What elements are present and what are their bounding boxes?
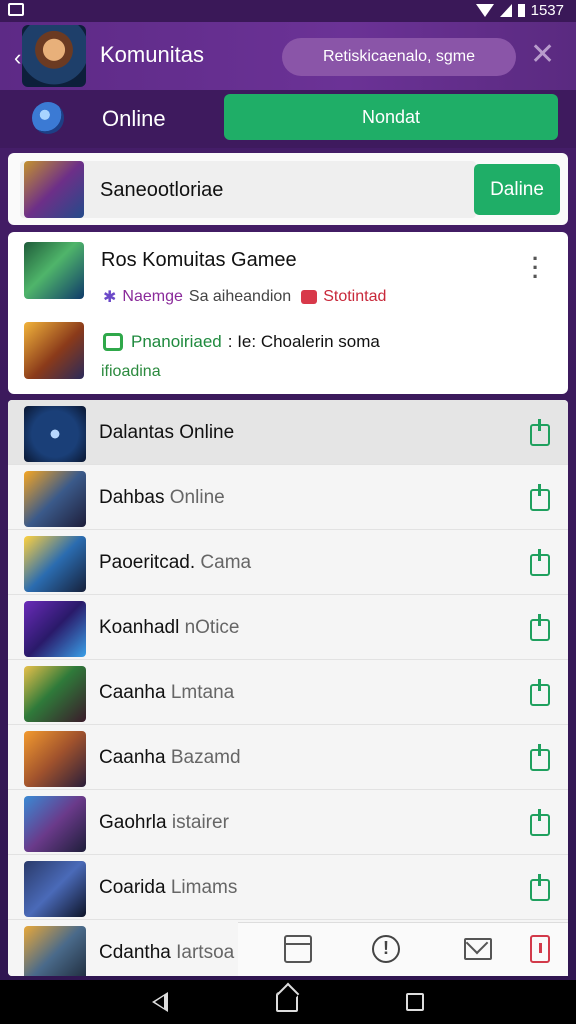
calendar-icon[interactable] — [284, 935, 312, 963]
game-thumbnail — [24, 242, 84, 299]
game-thumbnail — [24, 731, 86, 787]
post-tags: ✱ Naemge Sa aiheandion Stotintad — [103, 287, 386, 307]
list-item-title: Koanhadl nOtice — [99, 617, 240, 638]
tag-label: Sa aiheandion — [188, 288, 292, 305]
signal-icon — [499, 4, 512, 17]
nav-home-icon[interactable] — [276, 992, 298, 1012]
featured-text: Saneootloriae — [100, 179, 224, 201]
share-icon[interactable] — [530, 549, 550, 576]
list-item-title: Caanha Bazamd — [99, 747, 241, 768]
game-thumbnail — [24, 161, 84, 218]
search-input[interactable]: Retiskicaenalo, sgme — [282, 38, 516, 76]
chat-author: Pnanoiriaed — [131, 332, 222, 351]
list-item-title: Paoeritcad. Cama — [99, 552, 252, 573]
game-thumbnail — [24, 601, 86, 657]
list-item[interactable]: Coarida Limams — [8, 855, 568, 920]
system-nav-bar — [0, 980, 576, 1024]
app-avatar[interactable] — [22, 25, 86, 87]
online-row: Online Nondat — [0, 90, 576, 148]
page-title: Komunitas — [100, 42, 204, 67]
chat-preview[interactable]: Pnanoiriaed : Ie: Choalerin soma — [103, 332, 380, 352]
game-thumbnail — [24, 926, 86, 976]
game-thumbnail — [24, 406, 86, 462]
app-bar: ‹ Komunitas Retiskicaenalo, sgme ✕ — [0, 22, 576, 90]
battery-icon — [517, 4, 525, 17]
game-thumbnail — [24, 666, 86, 722]
nav-back-icon[interactable] — [152, 992, 168, 1012]
share-icon[interactable] — [530, 484, 550, 511]
list-item-title: Dalantas Online — [99, 422, 235, 443]
share-icon[interactable] — [530, 614, 550, 641]
share-icon[interactable] — [530, 744, 550, 771]
list-item[interactable]: Paoeritcad. Cama — [8, 530, 568, 595]
game-thumbnail — [24, 796, 86, 852]
status-bar: 1537 — [0, 0, 576, 22]
list-item[interactable]: Gaohrla istairer — [8, 790, 568, 855]
game-thumbnail — [24, 471, 86, 527]
chat-subtext: ifioadina — [101, 363, 161, 380]
game-thumbnail — [24, 861, 86, 917]
game-list: Dalantas Online Dahbas Online Paoeritcad… — [8, 400, 568, 976]
list-item[interactable]: Koanhadl nOtice — [8, 595, 568, 660]
list-item-title: Cdantha Iartsoa — [99, 942, 235, 963]
wifi-icon — [475, 4, 494, 17]
mail-icon[interactable] — [464, 938, 492, 960]
daline-button[interactable]: Daline — [474, 164, 560, 215]
nondat-button[interactable]: Nondat — [224, 94, 558, 140]
share-icon[interactable] — [530, 809, 550, 836]
delete-icon[interactable] — [530, 935, 550, 963]
online-label: Online — [102, 106, 166, 131]
featured-card: Saneootloriae Daline — [8, 153, 568, 225]
list-item-title: Caanha Lmtana — [99, 682, 235, 703]
chat-message: : Ie: Choalerin soma — [227, 332, 380, 351]
game-thumbnail — [24, 322, 84, 379]
notification-icon — [8, 3, 24, 16]
status-time: 1537 — [530, 2, 564, 19]
list-item[interactable]: Dalantas Online — [8, 400, 568, 465]
close-icon[interactable]: ✕ — [530, 36, 555, 74]
list-item-title: Gaohrla istairer — [99, 812, 229, 833]
list-item-title: Coarida Limams — [99, 877, 238, 898]
share-icon[interactable] — [530, 419, 550, 446]
bottom-toolbar: ! — [238, 922, 568, 976]
nav-recent-icon[interactable] — [406, 993, 424, 1011]
list-item-title: Dahbas Online — [99, 487, 225, 508]
tag-label[interactable]: Naemge — [122, 288, 182, 306]
game-thumbnail — [24, 536, 86, 592]
tag-label[interactable]: Stotintad — [323, 288, 386, 306]
star-icon: ✱ — [103, 289, 117, 306]
list-item[interactable]: Caanha Bazamd — [8, 725, 568, 790]
featured-field[interactable] — [20, 161, 476, 218]
chat-icon — [103, 333, 123, 351]
post-title: Ros Komuitas Gamee — [101, 249, 297, 271]
alert-icon[interactable]: ! — [372, 935, 400, 963]
video-icon — [301, 290, 318, 304]
list-item[interactable]: Caanha Lmtana — [8, 660, 568, 725]
more-options-icon[interactable]: · · · — [532, 248, 539, 288]
list-item[interactable]: Dahbas Online — [8, 465, 568, 530]
share-icon[interactable] — [530, 679, 550, 706]
back-arrow-icon[interactable]: ‹ — [14, 45, 21, 71]
share-icon[interactable] — [530, 874, 550, 901]
community-post-card: Ros Komuitas Gamee · · · ✱ Naemge Sa aihea… — [8, 232, 568, 394]
globe-icon — [32, 102, 64, 134]
